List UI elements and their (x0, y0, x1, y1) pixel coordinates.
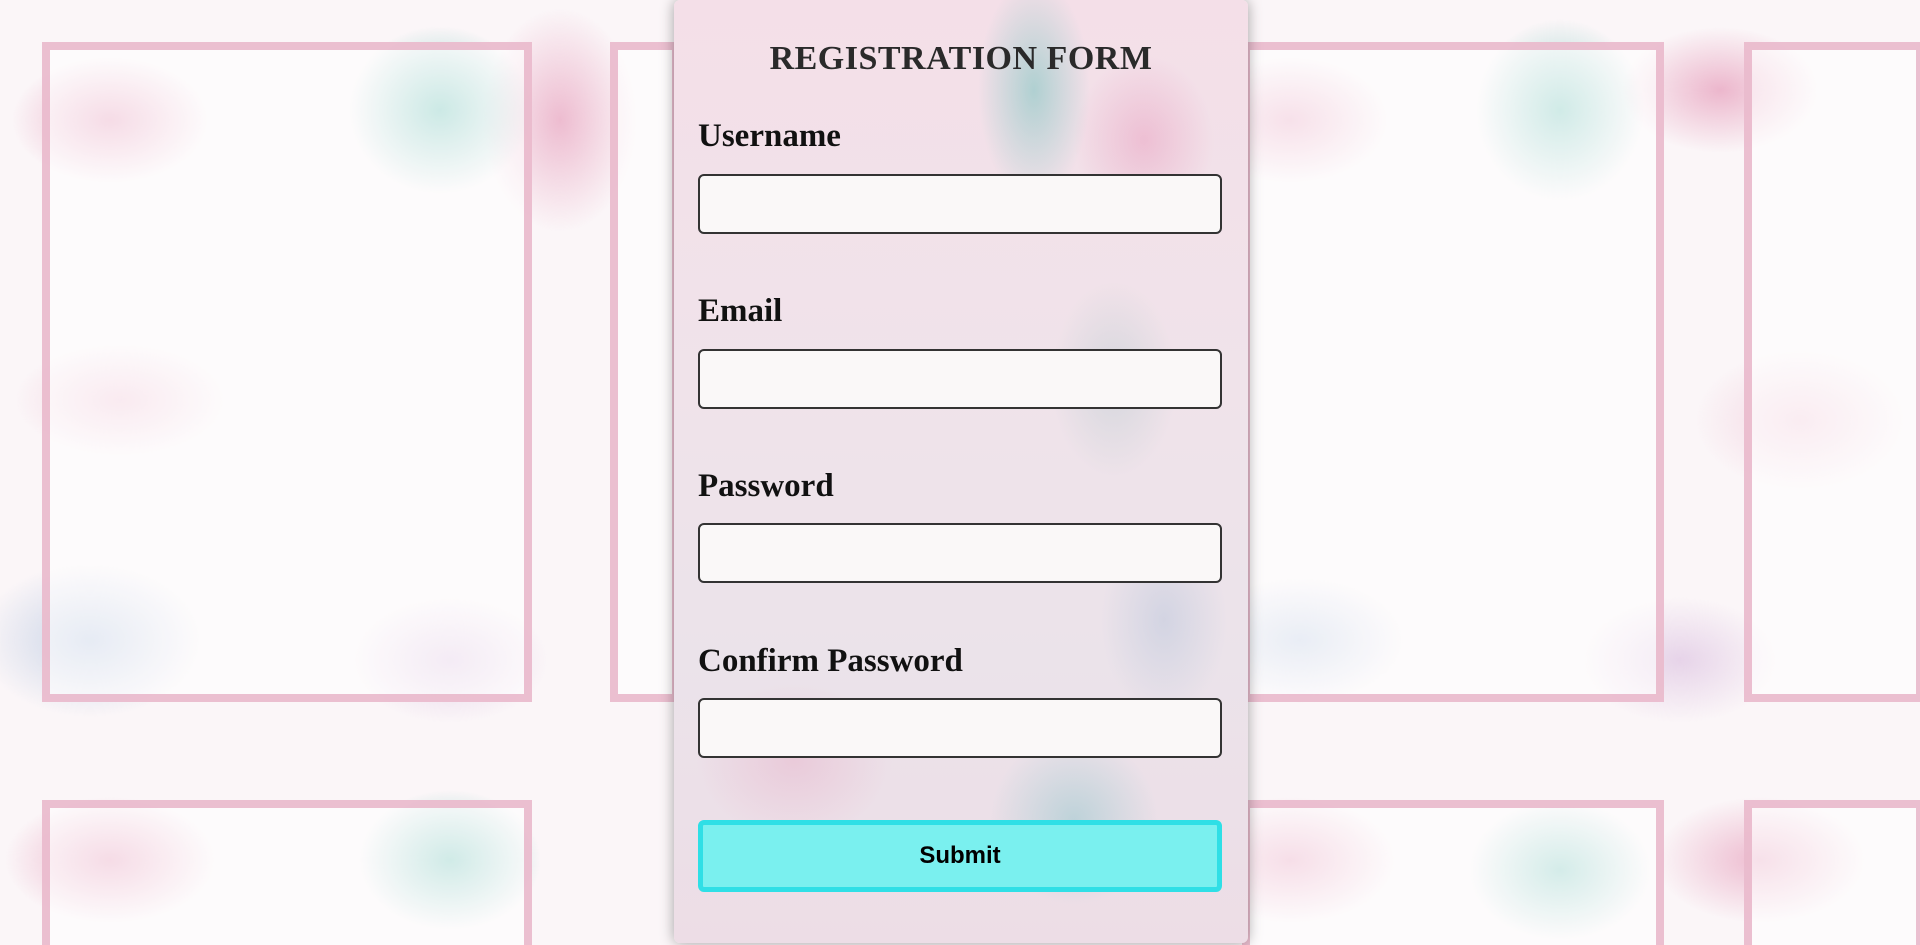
background-frame (1744, 42, 1920, 702)
background-frame (42, 800, 532, 945)
email-label: Email (698, 293, 783, 329)
username-label: Username (698, 118, 841, 154)
form-title: REGISTRATION FORM (769, 40, 1153, 77)
confirm-password-label: Confirm Password (698, 643, 963, 679)
username-input[interactable] (698, 174, 1222, 234)
background-frame (1242, 800, 1664, 945)
confirm-password-input[interactable] (698, 698, 1222, 758)
submit-button[interactable]: Submit (698, 820, 1222, 892)
email-input[interactable] (698, 349, 1222, 409)
background-frame (42, 42, 532, 702)
background-frame (610, 42, 680, 702)
background-frame (1744, 800, 1920, 945)
password-label: Password (698, 468, 834, 504)
registration-form-panel: REGISTRATION FORM Username Email Passwor… (674, 0, 1248, 943)
background-frame (1242, 42, 1664, 702)
password-input[interactable] (698, 523, 1222, 583)
